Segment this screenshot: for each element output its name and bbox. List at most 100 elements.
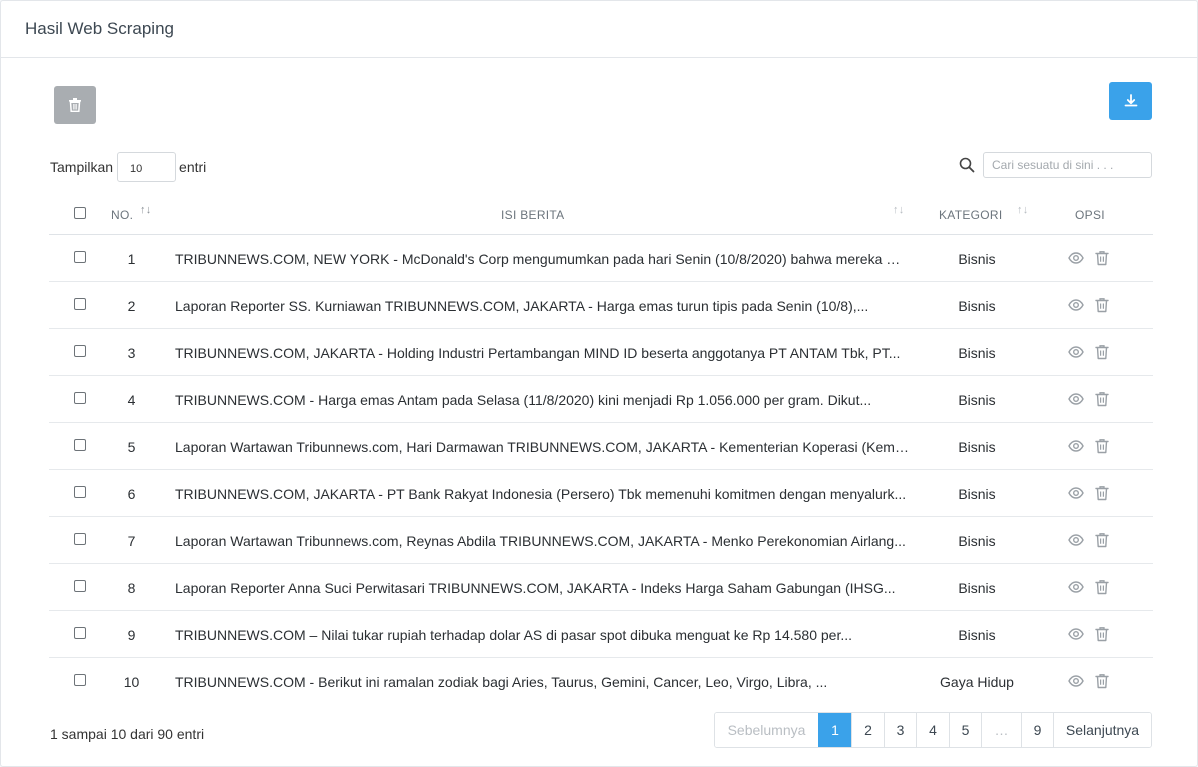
- trash-icon[interactable]: [1095, 673, 1111, 689]
- row-number: 10: [123, 674, 140, 690]
- eye-icon[interactable]: [1068, 344, 1084, 360]
- row-checkbox[interactable]: [74, 298, 86, 310]
- news-content: Laporan Reporter SS. Kurniawan TRIBUNNEW…: [175, 298, 869, 314]
- eye-icon[interactable]: [1068, 485, 1084, 501]
- pagination: Sebelumnya 1 2 3 4 5 … 9 Selanjutnya: [714, 712, 1152, 748]
- trash-icon[interactable]: [1095, 438, 1111, 454]
- row-checkbox[interactable]: [74, 533, 86, 545]
- news-category: Bisnis: [958, 580, 996, 596]
- news-category: Bisnis: [958, 298, 996, 314]
- table-body: 1 TRIBUNNEWS.COM, NEW YORK - McDonald's …: [49, 235, 1153, 705]
- trash-icon[interactable]: [1095, 250, 1111, 266]
- card-header: Hasil Web Scraping: [1, 1, 1197, 58]
- sort-icon[interactable]: ↑↓: [140, 204, 152, 216]
- news-content: TRIBUNNEWS.COM - Berikut ini ramalan zod…: [175, 674, 828, 690]
- table-info: 1 sampai 10 dari 90 entri: [50, 726, 205, 742]
- pagination-page[interactable]: 5: [949, 713, 981, 747]
- eye-icon[interactable]: [1068, 391, 1084, 407]
- news-content: TRIBUNNEWS.COM, NEW YORK - McDonald's Co…: [175, 251, 910, 267]
- row-number: 7: [127, 533, 136, 549]
- eye-icon[interactable]: [1068, 297, 1084, 313]
- row-checkbox[interactable]: [74, 486, 86, 498]
- row-checkbox[interactable]: [74, 345, 86, 357]
- entries-per-page-select[interactable]: 10: [117, 152, 177, 182]
- row-number: 5: [127, 439, 136, 455]
- sort-icon[interactable]: ↑↓: [893, 204, 905, 216]
- news-content: TRIBUNNEWS.COM - Harga emas Antam pada S…: [175, 392, 872, 408]
- pagination-page[interactable]: 1: [818, 713, 851, 747]
- eye-icon[interactable]: [1068, 438, 1084, 454]
- trash-icon[interactable]: [1095, 297, 1111, 313]
- pagination-page[interactable]: 9: [1021, 713, 1053, 747]
- news-content: Laporan Wartawan Tribunnews.com, Hari Da…: [175, 439, 910, 455]
- table-row: 1 TRIBUNNEWS.COM, NEW YORK - McDonald's …: [49, 235, 1153, 282]
- search-input[interactable]: [983, 152, 1152, 178]
- download-icon: [1124, 94, 1137, 107]
- length-prefix-label: Tampilkan: [50, 159, 114, 175]
- eye-icon[interactable]: [1068, 626, 1084, 642]
- eye-icon[interactable]: [1068, 673, 1084, 689]
- row-checkbox[interactable]: [74, 580, 86, 592]
- pagination-previous[interactable]: Sebelumnya: [715, 713, 818, 747]
- sort-icon[interactable]: ↑↓: [1017, 204, 1029, 216]
- table-row: 5 Laporan Wartawan Tribunnews.com, Hari …: [49, 423, 1153, 470]
- column-header-isi-berita[interactable]: ISI BERITA: [501, 208, 564, 222]
- eye-icon[interactable]: [1068, 250, 1084, 266]
- news-category: Gaya Hidup: [940, 674, 1014, 690]
- news-content: TRIBUNNEWS.COM, JAKARTA - Holding Indust…: [175, 345, 901, 361]
- page-title: Hasil Web Scraping: [25, 19, 174, 38]
- table-row: 7 Laporan Wartawan Tribunnews.com, Reyna…: [49, 517, 1153, 564]
- entries-length-control: Tampilkan 10 entri: [50, 152, 206, 182]
- row-number: 2: [127, 298, 136, 314]
- pagination-next[interactable]: Selanjutnya: [1053, 713, 1151, 747]
- news-category: Bisnis: [958, 486, 996, 502]
- table-row: 9 TRIBUNNEWS.COM – Nilai tukar rupiah te…: [49, 611, 1153, 658]
- search-icon: [959, 157, 975, 173]
- bulk-delete-button[interactable]: [54, 86, 96, 124]
- row-number: 3: [127, 345, 136, 361]
- trash-icon[interactable]: [1095, 391, 1111, 407]
- table-header: NO. ↑↓ ISI BERITA ↑↓ KATEGORI ↑↓ OPSI: [49, 194, 1153, 235]
- trash-icon[interactable]: [1095, 344, 1111, 360]
- column-header-kategori[interactable]: KATEGORI: [939, 208, 1003, 222]
- news-category: Bisnis: [958, 251, 996, 267]
- download-button[interactable]: [1109, 82, 1152, 120]
- row-checkbox[interactable]: [74, 392, 86, 404]
- column-header-no[interactable]: NO.: [111, 208, 133, 222]
- table-row: 8 Laporan Reporter Anna Suci Perwitasari…: [49, 564, 1153, 611]
- pagination-page[interactable]: 3: [884, 713, 916, 747]
- row-number: 9: [127, 627, 136, 643]
- news-content: TRIBUNNEWS.COM – Nilai tukar rupiah terh…: [175, 627, 853, 643]
- table-row: 6 TRIBUNNEWS.COM, JAKARTA - PT Bank Raky…: [49, 470, 1153, 517]
- row-checkbox[interactable]: [74, 627, 86, 639]
- news-table: NO. ↑↓ ISI BERITA ↑↓ KATEGORI ↑↓ OPSI 1 …: [49, 194, 1153, 705]
- eye-icon[interactable]: [1068, 532, 1084, 548]
- row-number: 8: [127, 580, 136, 596]
- news-content: Laporan Reporter Anna Suci Perwitasari T…: [175, 580, 896, 596]
- trash-icon[interactable]: [1095, 532, 1111, 548]
- row-number: 4: [127, 392, 136, 408]
- news-content: Laporan Wartawan Tribunnews.com, Reynas …: [175, 533, 906, 549]
- trash-icon[interactable]: [1095, 485, 1111, 501]
- news-category: Bisnis: [958, 533, 996, 549]
- news-category: Bisnis: [958, 392, 996, 408]
- results-card: Hasil Web Scraping Tampilkan 10 entri Ca…: [0, 0, 1198, 767]
- news-content: TRIBUNNEWS.COM, JAKARTA - PT Bank Rakyat…: [175, 486, 907, 502]
- pagination-page[interactable]: 4: [916, 713, 949, 747]
- trash-icon[interactable]: [1095, 626, 1111, 642]
- select-all-checkbox[interactable]: [74, 207, 86, 219]
- news-category: Bisnis: [958, 345, 996, 361]
- row-checkbox[interactable]: [74, 439, 86, 451]
- news-category: Bisnis: [958, 627, 996, 643]
- row-checkbox[interactable]: [74, 251, 86, 263]
- row-checkbox[interactable]: [74, 674, 86, 686]
- search-box: [959, 152, 1152, 178]
- pagination-ellipsis: …: [981, 713, 1021, 747]
- trash-icon[interactable]: [1095, 579, 1111, 595]
- table-row: 2 Laporan Reporter SS. Kurniawan TRIBUNN…: [49, 282, 1153, 329]
- row-number: 1: [127, 251, 136, 267]
- table-row: 10 TRIBUNNEWS.COM - Berikut ini ramalan …: [49, 658, 1153, 705]
- eye-icon[interactable]: [1068, 579, 1084, 595]
- table-row: 3 TRIBUNNEWS.COM, JAKARTA - Holding Indu…: [49, 329, 1153, 376]
- pagination-page[interactable]: 2: [851, 713, 884, 747]
